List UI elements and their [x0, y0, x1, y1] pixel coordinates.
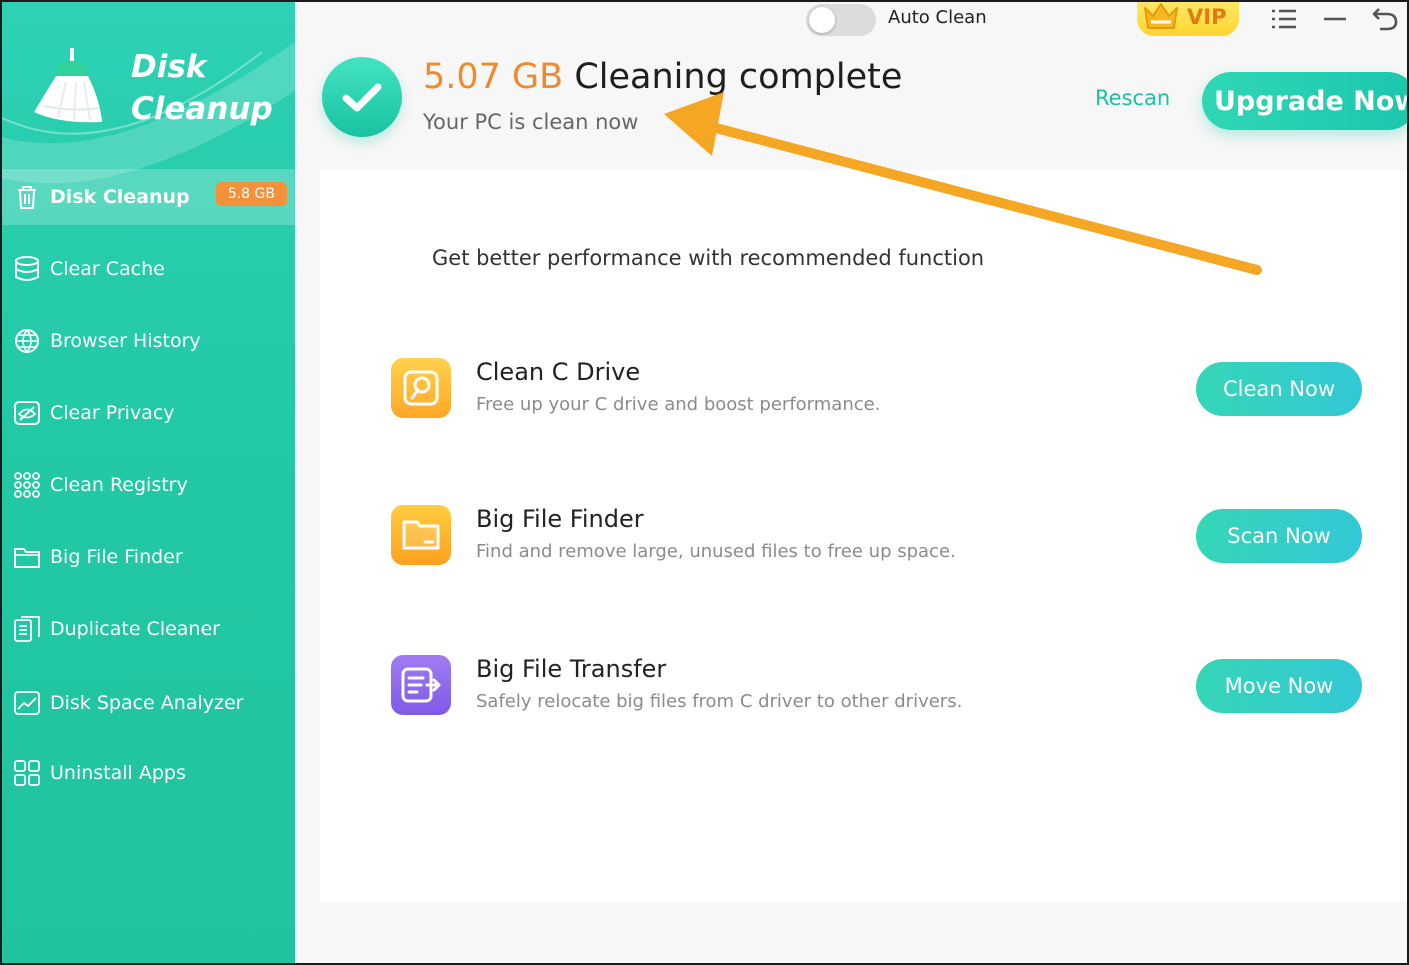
logo-line-2: Cleanup — [131, 91, 273, 127]
sidebar-item-label: Uninstall Apps — [50, 762, 186, 784]
undo-icon — [1372, 8, 1398, 31]
crown-icon — [1144, 3, 1178, 29]
apps-icon — [12, 758, 42, 788]
logo-text: Disk Cleanup — [131, 46, 273, 130]
page-subtitle: Your PC is clean now — [423, 110, 639, 134]
sidebar-item-label: Browser History — [50, 330, 201, 352]
folder-icon — [391, 505, 451, 565]
app-logo: Disk Cleanup — [30, 42, 290, 142]
sidebar-item-disk-space-analyzer[interactable]: Disk Space Analyzer — [2, 675, 295, 731]
sidebar-item-label: Duplicate Cleaner — [50, 618, 220, 640]
feature-clean-c-drive: Clean C Drive Free up your C drive and b… — [320, 358, 1407, 438]
database-icon — [12, 254, 42, 284]
sidebar-item-big-file-finder[interactable]: Big File Finder — [2, 529, 295, 585]
scan-now-button[interactable]: Scan Now — [1196, 509, 1362, 563]
grid-dots-icon — [12, 470, 42, 500]
vip-badge[interactable]: VIP — [1137, 2, 1239, 36]
recommendation-card: Get better performance with recommended … — [320, 170, 1407, 902]
chart-icon — [12, 688, 42, 718]
feature-big-file-transfer: Big File Transfer Safely relocate big fi… — [320, 655, 1407, 735]
file-transfer-icon — [391, 655, 451, 715]
cleaned-size: 5.07 GB — [423, 57, 564, 97]
app-window: Disk Cleanup Disk Cleanup 5.8 GB Clear C… — [0, 0, 1409, 965]
feature-title: Clean C Drive — [476, 358, 641, 386]
checkmark-icon — [342, 83, 382, 112]
sidebar-item-label: Disk Space Analyzer — [50, 692, 244, 714]
rescan-link[interactable]: Rescan — [1095, 86, 1170, 110]
sidebar: Disk Cleanup Disk Cleanup 5.8 GB Clear C… — [2, 2, 295, 963]
eye-off-icon — [12, 398, 42, 428]
sidebar-item-duplicate-cleaner[interactable]: Duplicate Cleaner — [2, 601, 295, 657]
page-title: 5.07 GB Cleaning complete — [423, 57, 902, 97]
drive-icon — [391, 358, 451, 418]
sidebar-item-browser-history[interactable]: Browser History — [2, 313, 295, 369]
sidebar-item-clear-privacy[interactable]: Clear Privacy — [2, 385, 295, 441]
sidebar-item-label: Clear Privacy — [50, 402, 175, 424]
feature-description: Find and remove large, unused files to f… — [476, 541, 956, 562]
sidebar-item-label: Disk Cleanup — [50, 186, 190, 208]
clean-now-button[interactable]: Clean Now — [1196, 362, 1362, 416]
feature-title: Big File Transfer — [476, 655, 667, 683]
logo-line-1: Disk — [131, 49, 207, 85]
feature-big-file-finder: Big File Finder Find and remove large, u… — [320, 505, 1407, 585]
minimize-icon — [1324, 17, 1346, 21]
feature-description: Safely relocate big files from C driver … — [476, 691, 963, 712]
vip-label: VIP — [1187, 5, 1227, 29]
duplicate-icon — [12, 614, 42, 644]
sidebar-item-clear-cache[interactable]: Clear Cache — [2, 241, 295, 297]
back-button[interactable] — [1370, 6, 1400, 32]
sidebar-item-label: Big File Finder — [50, 546, 183, 568]
upgrade-now-button[interactable]: Upgrade Now — [1202, 72, 1407, 130]
broom-icon — [34, 48, 102, 123]
move-now-button[interactable]: Move Now — [1196, 659, 1362, 713]
sidebar-item-uninstall-apps[interactable]: Uninstall Apps — [2, 745, 295, 801]
success-check-badge — [322, 57, 402, 137]
globe-icon — [12, 326, 42, 356]
sidebar-item-disk-cleanup[interactable]: Disk Cleanup 5.8 GB — [2, 169, 295, 225]
auto-clean-label: Auto Clean — [888, 7, 987, 28]
list-menu-icon — [1272, 9, 1296, 29]
trash-icon — [12, 182, 42, 212]
menu-button[interactable] — [1268, 6, 1298, 32]
folder-icon — [12, 542, 42, 572]
minimize-button[interactable] — [1320, 6, 1350, 32]
feature-title: Big File Finder — [476, 505, 644, 533]
toggle-knob — [809, 7, 835, 33]
sidebar-item-label: Clear Cache — [50, 258, 165, 280]
recommendation-heading: Get better performance with recommended … — [432, 246, 985, 270]
auto-clean-toggle[interactable] — [806, 4, 876, 36]
feature-description: Free up your C drive and boost performan… — [476, 394, 881, 415]
sidebar-item-clean-registry[interactable]: Clean Registry — [2, 457, 295, 513]
size-badge: 5.8 GB — [215, 182, 287, 206]
sidebar-item-label: Clean Registry — [50, 474, 188, 496]
title-text: Cleaning complete — [574, 57, 903, 97]
